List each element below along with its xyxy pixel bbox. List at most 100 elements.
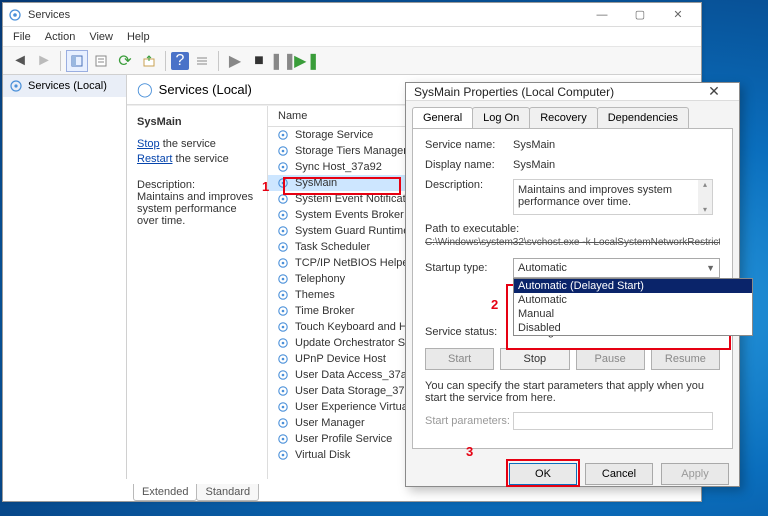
gear-icon [276,304,290,318]
label-path: Path to executable: [425,223,720,235]
service-name: User Data Storage_37a9 [295,385,417,397]
dialog-close-button[interactable]: ✕ [697,83,731,100]
gear-icon [276,352,290,366]
refresh-button[interactable]: ⟳ [114,50,136,72]
service-name: Themes [295,289,335,301]
restart-link[interactable]: Restart [137,153,172,165]
service-name: User Profile Service [295,433,392,445]
ok-button[interactable]: OK [509,463,577,485]
show-hide-tree-button[interactable] [66,50,88,72]
stop-service-button[interactable]: ■ [248,50,270,72]
option-manual[interactable]: Manual [514,307,752,321]
service-name: User Experience Virtuali [295,401,413,413]
menu-action[interactable]: Action [45,31,76,43]
option-delayed[interactable]: Automatic (Delayed Start) [514,279,752,293]
start-parameters-input[interactable] [513,412,713,430]
gear-icon [276,224,290,238]
annotation-3: 3 [466,444,473,459]
resume-button[interactable]: Resume [651,348,720,370]
gear-icon [276,272,290,286]
selected-service-name: SysMain [137,116,257,128]
help-button[interactable]: ? [171,52,189,70]
service-name: UPnP Device Host [295,353,386,365]
tab-logon[interactable]: Log On [472,107,530,128]
tab-dependencies[interactable]: Dependencies [597,107,689,128]
content-header-text: Services (Local) [159,82,252,97]
value-description: Maintains and improves system performanc… [518,184,672,208]
gear-icon [276,208,290,222]
label-service-name: Service name: [425,139,513,151]
stop-link[interactable]: Stop [137,138,160,150]
titlebar[interactable]: Services — ▢ ✕ [3,3,701,27]
label-display-name: Display name: [425,159,513,171]
chevron-down-icon: ▼ [706,263,715,273]
startup-type-combobox[interactable]: Automatic ▼ [513,258,720,278]
dialog-titlebar[interactable]: SysMain Properties (Local Computer) ✕ [406,83,739,101]
startup-dropdown: Automatic (Delayed Start) Automatic Manu… [513,278,753,336]
service-name: Virtual Disk [295,449,350,461]
properties-button[interactable] [90,50,112,72]
forward-button[interactable]: ► [33,50,55,72]
annotation-1-box [283,177,401,195]
startup-selected: Automatic [518,262,567,274]
gear-icon [9,79,23,93]
cancel-button[interactable]: Cancel [585,463,653,485]
option-automatic[interactable]: Automatic [514,293,752,307]
dialog-body: Service name: SysMain Display name: SysM… [412,128,733,449]
description-box[interactable]: Maintains and improves system performanc… [513,179,713,215]
gear-icon [276,368,290,382]
label-status: Service status: [425,326,513,338]
menubar: File Action View Help [3,27,701,47]
maximize-button[interactable]: ▢ [621,4,659,26]
gear-icon [276,320,290,334]
service-control-buttons: Start Stop Pause Resume [425,348,720,370]
tab-standard[interactable]: Standard [196,484,259,501]
menu-help[interactable]: Help [127,31,150,43]
export-button[interactable] [138,50,160,72]
restart-service-button[interactable]: ▶❚ [296,50,318,72]
tab-recovery[interactable]: Recovery [529,107,597,128]
tree-root-node[interactable]: Services (Local) [3,75,126,97]
pause-button[interactable]: Pause [576,348,645,370]
service-name: Sync Host_37a92 [295,161,382,173]
gear-icon [276,256,290,270]
stop-button[interactable]: Stop [500,348,569,370]
gear-icon [276,240,290,254]
list-button[interactable] [191,50,213,72]
start-button[interactable]: Start [425,348,494,370]
menu-file[interactable]: File [13,31,31,43]
tree-root-label: Services (Local) [28,80,107,92]
gear-icon [276,336,290,350]
tab-general[interactable]: General [412,107,473,128]
close-button[interactable]: ✕ [659,4,697,26]
pause-service-button[interactable]: ❚❚ [272,50,294,72]
label-startup: Startup type: [425,262,513,274]
gear-icon [276,288,290,302]
gear-icon [276,416,290,430]
gear-icon [276,400,290,414]
service-name: Update Orchestrator Se [295,337,411,349]
service-name: Time Broker [295,305,355,317]
minimize-button[interactable]: — [583,4,621,26]
gear-icon [276,128,290,142]
dialog-tabstrip: General Log On Recovery Dependencies [406,101,739,128]
gear-icon [276,448,290,462]
service-name: User Manager [295,417,365,429]
option-disabled[interactable]: Disabled [514,321,752,335]
gear-icon [276,384,290,398]
service-name: User Data Access_37a92 [295,369,419,381]
start-service-button[interactable]: ▶ [224,50,246,72]
detail-panel: SysMain Stop the service Restart the ser… [127,106,267,479]
tree-pane: Services (Local) [3,75,127,479]
label-params: Start parameters: [425,415,513,427]
menu-view[interactable]: View [89,31,113,43]
label-description: Description: [425,179,513,191]
service-name: System Guard Runtime [295,225,409,237]
back-button[interactable]: ◄ [9,50,31,72]
annotation-1: 1 [262,179,269,194]
scrollbar[interactable]: ▴▾ [698,180,712,214]
service-name: Task Scheduler [295,241,370,253]
apply-button[interactable]: Apply [661,463,729,485]
description-text: Maintains and improves system performanc… [137,191,257,227]
tab-extended[interactable]: Extended [133,484,197,501]
